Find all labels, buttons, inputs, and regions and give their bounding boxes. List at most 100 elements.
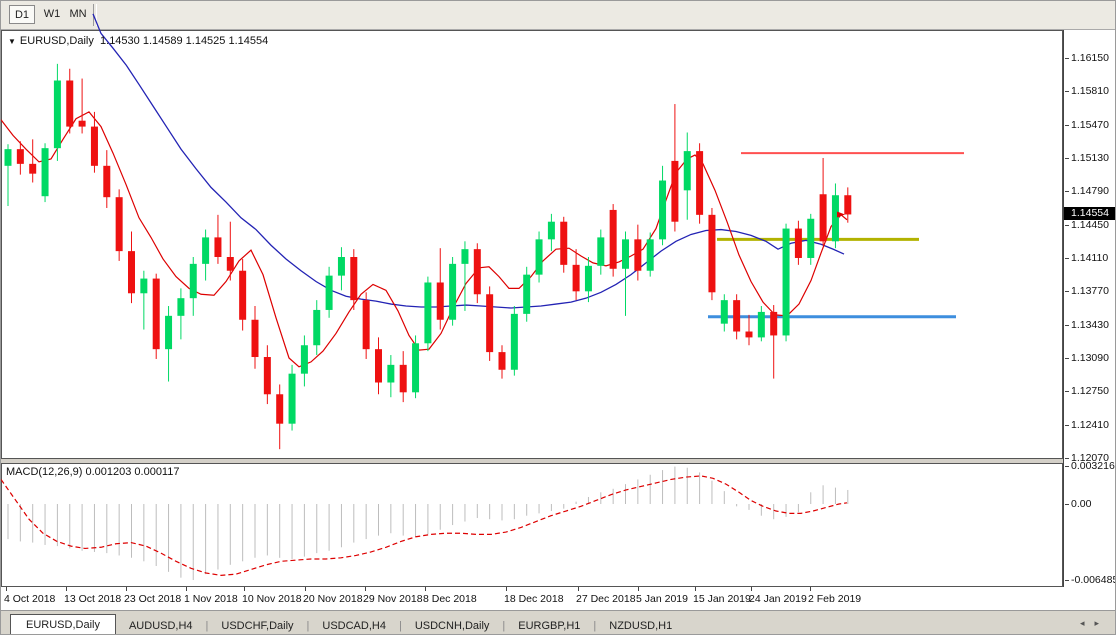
candle-body [214,237,222,258]
date-tick [751,587,752,591]
candle-body [337,257,345,276]
price-axis-label: 1.15470 [1065,118,1109,131]
price-axis-label: 1.14450 [1065,218,1109,231]
candle-body [16,149,24,164]
price-axis-label: 1.12410 [1065,418,1109,431]
macd-axis-label: 0.00 [1064,498,1092,510]
tab-usdcad-h4[interactable]: USDCAD,H4 [309,616,399,634]
date-tick [695,587,696,591]
date-axis-label: 18 Dec 2018 [504,593,564,605]
price-axis-label: 1.13770 [1065,285,1109,298]
candle-body [90,126,98,166]
candle-body [78,120,86,127]
candle-body [547,221,555,240]
tab-eurusd-daily[interactable]: EURUSD,Daily [10,614,116,634]
price-axis-label: 1.13090 [1065,351,1109,364]
macd-label: MACD(12,26,9) 0.001203 0.000117 [6,466,180,478]
candle-body [708,214,716,293]
candle-body [115,197,123,252]
price-axis-label: 1.15810 [1065,85,1109,98]
candle-body [276,394,284,424]
date-tick [244,587,245,591]
chart-symbol-label: EURUSD,Daily [19,35,94,47]
date-axis-label: 27 Dec 2018 [576,593,636,605]
candle-body [671,160,679,222]
date-axis-label: 2 Feb 2019 [808,593,862,605]
candle-body [622,239,629,269]
candle-body [473,249,481,295]
chart-tab-bar: EURUSD,Daily AUDUSD,H4 | USDCHF,Daily | … [1,610,1115,634]
symbol-dropdown-icon[interactable]: ▼ [8,37,16,46]
candle-body [486,294,494,353]
candle-body [560,221,568,265]
candle-body [634,239,642,271]
candle-body [794,228,802,258]
candle-body [226,257,234,271]
tab-usdcnh-daily[interactable]: USDCNH,Daily [402,616,503,634]
date-axis-label: 23 Oct 2018 [124,593,182,605]
candle-body [202,237,210,264]
date-axis-label: 1 Nov 2018 [184,593,238,605]
date-axis[interactable]: 4 Oct 2018 13 Oct 2018 23 Oct 2018 1 Nov 20… [1,587,1115,610]
terminal-window: D1 W1 MN ▼ EURUSD,Daily 1.14530 1.14589 1… [0,0,1116,635]
tab-scroll-left-icon[interactable]: ◂ [1080,618,1095,628]
date-axis-label: 29 Nov 2018 [363,593,423,605]
candle-body [572,264,580,292]
price-axis-label: 1.14790 [1065,185,1109,198]
candle-body [424,282,432,344]
tab-audusd-h4[interactable]: AUDUSD,H4 [116,616,206,634]
candle-body [498,352,506,370]
date-axis-label: 13 Oct 2018 [64,593,122,605]
candle-body [696,151,704,215]
date-axis-label: 8 Dec 2018 [423,593,477,605]
candle-body [189,263,197,299]
candle-body [300,345,308,374]
candle-body [720,300,728,324]
tab-eurgbp-h1[interactable]: EURGBP,H1 [505,616,593,634]
candle-body [609,209,617,269]
candle-body [140,278,148,294]
candle-body [535,239,543,275]
candle-body [362,300,370,350]
candle-body [412,343,420,393]
candle-body [597,237,605,266]
date-axis-label: 5 Jan 2019 [636,593,688,605]
tab-scroll-arrows[interactable]: ◂▸ [1080,618,1109,629]
candle-body [770,311,778,336]
price-axis-label: 1.16150 [1065,51,1109,64]
candle-body [29,163,37,174]
date-axis-label: 24 Jan 2019 [749,593,807,605]
candle-body [177,298,185,316]
candle-body [683,151,691,191]
candle-body [288,373,296,424]
date-tick [66,587,67,591]
date-tick [365,587,366,591]
candle-body [239,270,247,320]
candle-body [251,319,259,358]
macd-axis-label: 0.003216 [1065,460,1115,473]
candle-body [523,274,531,314]
candle-body [165,315,173,350]
candle-body [584,265,592,292]
candle-body [4,149,12,166]
candle-body [399,364,407,393]
date-tick [126,587,127,591]
chart-canvas[interactable] [1,1,1064,609]
date-tick [6,587,7,591]
candle-body [831,195,839,242]
candle-body [128,251,135,294]
chart-title: ▼ EURUSD,Daily 1.14530 1.14589 1.14525 1.… [8,35,268,47]
candle-body [782,228,790,336]
tab-scroll-right-icon[interactable]: ▸ [1094,618,1109,628]
candle-body [646,239,654,271]
tab-nzdusd-h1[interactable]: NZDUSD,H1 [596,616,685,634]
date-tick [506,587,507,591]
date-tick [810,587,811,591]
date-axis-label: 10 Nov 2018 [242,593,302,605]
candle-body [387,364,395,383]
candle-body [659,180,667,240]
tab-usdchf-daily[interactable]: USDCHF,Daily [208,616,306,634]
candle-body [844,195,852,215]
candle-body [41,148,49,197]
candle-body [819,194,827,242]
